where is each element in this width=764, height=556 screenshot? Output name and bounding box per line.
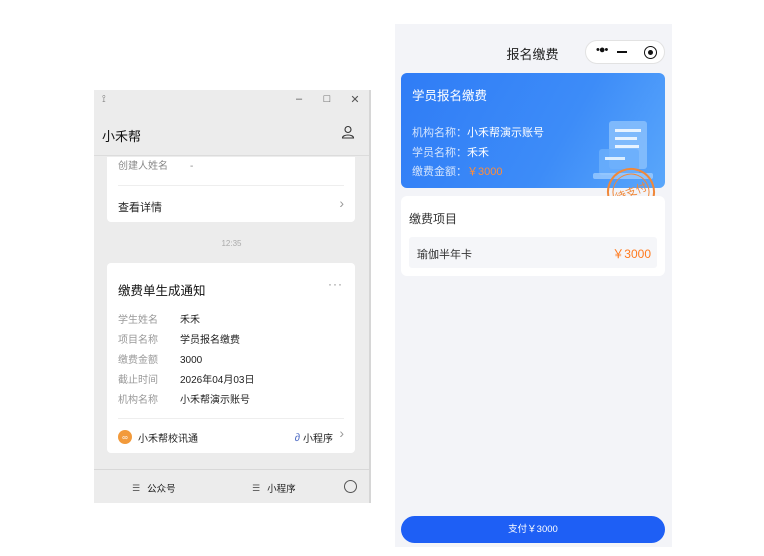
mini-program-link[interactable]: ∂ 小程序: [294, 430, 333, 446]
chevron-right-icon: ›: [339, 425, 344, 441]
source-name: 小禾帮校讯通: [138, 433, 198, 445]
pay-button[interactable]: 支付￥3000: [401, 516, 665, 543]
student-label: 学员名称：: [412, 147, 467, 159]
official-account-label: 公众号: [147, 484, 176, 495]
capsule-menu: •●•: [585, 40, 665, 64]
banner-amount-row: 缴费金额：￥3000: [412, 163, 502, 179]
close-button[interactable]: ✕: [348, 93, 362, 106]
row-value: 小禾帮演示账号: [180, 395, 250, 406]
more-options-icon[interactable]: ···: [328, 277, 343, 291]
more-dots-icon[interactable]: •●•: [596, 44, 608, 56]
message-timestamp: 12:35: [221, 239, 242, 248]
menu-icon: ☰: [132, 482, 141, 493]
pin-icon[interactable]: ⟟: [102, 94, 106, 105]
notice-title: 缴费单生成通知: [118, 284, 206, 298]
maximize-button[interactable]: □: [320, 93, 334, 105]
window-titlebar: ⟟ – □ ✕: [94, 90, 369, 112]
mini-program-page: 报名缴费 •●• 学员报名缴费 机构名称：小禾帮演示账号 学员名称：禾禾 缴费金…: [395, 24, 672, 547]
notice-row-org: 机构名称 小禾帮演示账号: [118, 391, 250, 406]
notice-row-deadline: 截止时间 2026年04月03日: [118, 371, 255, 386]
row-value: 禾禾: [180, 315, 200, 326]
chevron-right-icon: ›: [339, 195, 344, 211]
message-list[interactable]: 创建人姓名 - 查看详情 › 12:35 缴费单生成通知 ··· 学生姓名 禾禾 项…: [94, 157, 369, 469]
row-value: 3000: [180, 355, 203, 366]
bottom-menu-bar: ☰ 公众号 ☰ 小程序: [94, 469, 369, 503]
emoji-icon[interactable]: [344, 480, 357, 493]
row-label: 项目名称: [118, 335, 158, 346]
item-name: 瑜伽半年卡: [417, 249, 472, 261]
official-account-menu[interactable]: ☰ 公众号: [132, 481, 176, 496]
divider: [118, 418, 344, 419]
notice-row-project: 项目名称 学员报名缴费: [118, 331, 240, 346]
chat-header: 小禾帮: [94, 112, 369, 156]
creator-value: -: [190, 161, 194, 172]
menu-icon: ☰: [252, 482, 261, 493]
banner-org-row: 机构名称：小禾帮演示账号: [412, 124, 544, 140]
mini-program-label: 小程序: [303, 434, 333, 445]
org-value: 小禾帮演示账号: [467, 127, 544, 139]
notice-row-student: 学生姓名 禾禾: [118, 311, 200, 326]
notice-row-amount: 缴费金额 3000: [118, 351, 202, 366]
payment-items-card: 缴费项目 瑜伽半年卡 ￥3000: [401, 196, 665, 276]
minimize-button[interactable]: –: [292, 93, 306, 105]
mini-program-menu[interactable]: ☰ 小程序: [252, 481, 296, 496]
item-price: ￥3000: [612, 247, 651, 261]
source-account[interactable]: ∞ 小禾帮校讯通: [118, 429, 198, 445]
payment-notice-card[interactable]: 缴费单生成通知 ··· 学生姓名 禾禾 项目名称 学员报名缴费 缴费金额 3000 截…: [107, 263, 355, 453]
row-label: 学生姓名: [118, 315, 158, 326]
mini-program-menu-label: 小程序: [267, 484, 296, 495]
row-value: 2026年04月03日: [180, 375, 255, 386]
creator-label: 创建人姓名: [118, 161, 168, 172]
close-target-icon[interactable]: [644, 46, 657, 59]
row-label: 机构名称: [118, 395, 158, 406]
amount-label: 缴费金额：: [412, 166, 467, 178]
banner-title: 学员报名缴费: [412, 89, 488, 103]
student-value: 禾禾: [467, 147, 489, 159]
payment-item-row: 瑜伽半年卡 ￥3000: [409, 237, 657, 268]
creator-row: 创建人姓名 -: [118, 157, 193, 172]
row-value: 学员报名缴费: [180, 335, 240, 346]
source-logo-icon: ∞: [118, 430, 132, 444]
user-profile-icon[interactable]: [341, 125, 355, 139]
banner-student-row: 学员名称：禾禾: [412, 144, 489, 160]
amount-value: ￥3000: [467, 166, 503, 178]
chat-title: 小禾帮: [102, 129, 142, 144]
row-label: 缴费金额: [118, 355, 158, 366]
view-details-link[interactable]: 查看详情: [118, 199, 162, 215]
mini-program-icon: ∂: [294, 431, 300, 444]
row-label: 截止时间: [118, 375, 158, 386]
items-title: 缴费项目: [409, 212, 458, 226]
previous-message-card: 创建人姓名 - 查看详情 ›: [107, 157, 355, 222]
org-label: 机构名称：: [412, 127, 467, 139]
minimize-icon[interactable]: [617, 51, 627, 53]
divider: [118, 185, 344, 186]
chat-window: ⟟ – □ ✕ 小禾帮 创建人姓名 - 查看详情 › 12:35 缴费单生成通知 …: [94, 90, 371, 503]
